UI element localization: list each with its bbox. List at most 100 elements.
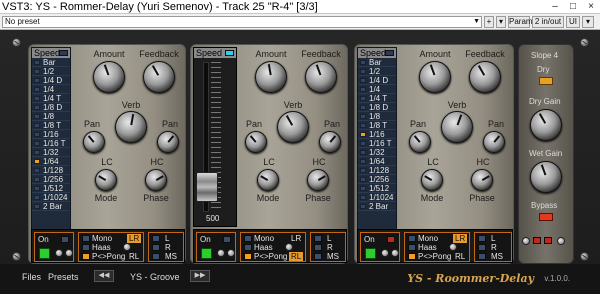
preset-select[interactable]: No preset ▼ xyxy=(2,16,482,28)
pan-right-knob[interactable] xyxy=(483,131,505,153)
speed-option[interactable]: 1/8 T xyxy=(358,121,396,130)
files-button[interactable]: Files xyxy=(22,272,41,282)
mono-toggle[interactable] xyxy=(408,235,416,242)
speed-option[interactable]: 1/32 xyxy=(32,148,70,157)
add-preset-button[interactable]: + xyxy=(484,16,494,28)
verb-knob[interactable] xyxy=(277,111,309,143)
speed-option[interactable]: 1/512 xyxy=(32,184,70,193)
speed-option[interactable]: 1/32 xyxy=(358,148,396,157)
speed-option[interactable]: 1/1024 xyxy=(358,193,396,202)
speed-option[interactable]: 1/1024 xyxy=(32,193,70,202)
option-toggle[interactable] xyxy=(533,237,541,244)
param-button[interactable]: Param xyxy=(508,16,533,28)
speed-header-led[interactable] xyxy=(225,50,234,56)
feedback-knob[interactable] xyxy=(143,61,175,93)
bypass-toggle[interactable] xyxy=(539,213,553,221)
dropdown-arrow-icon[interactable]: ▾ xyxy=(496,16,506,28)
speed-fader-handle[interactable] xyxy=(196,172,218,202)
on-led[interactable] xyxy=(201,248,212,259)
speed-option[interactable]: 1/16 T xyxy=(32,139,70,148)
pingpong-toggle[interactable] xyxy=(82,253,90,260)
slope-label[interactable]: Slope 4 xyxy=(531,51,558,60)
speed-option[interactable]: 1/4 xyxy=(32,85,70,94)
haas-toggle[interactable] xyxy=(244,244,252,251)
on-toggle[interactable] xyxy=(61,236,69,243)
speed-option[interactable]: 1/8 D xyxy=(32,103,70,112)
speed-option[interactable]: 1/16 xyxy=(32,130,70,139)
lc-knob[interactable] xyxy=(421,169,443,191)
pan-left-knob[interactable] xyxy=(409,131,431,153)
speed-option[interactable]: 1/64 xyxy=(32,157,70,166)
menu-icon[interactable]: ▾ xyxy=(582,16,594,28)
on-mini-knob[interactable] xyxy=(55,249,63,257)
prev-preset-button[interactable]: ◀◀ xyxy=(94,270,114,282)
amount-knob[interactable] xyxy=(255,61,287,93)
speed-option[interactable]: 2 Bar xyxy=(358,202,396,211)
l-toggle[interactable] xyxy=(478,235,486,242)
speed-option[interactable]: 1/16 T xyxy=(358,139,396,148)
haas-toggle[interactable] xyxy=(82,244,90,251)
io-button[interactable]: 2 in/out xyxy=(532,16,564,28)
speed-option[interactable]: 1/512 xyxy=(358,184,396,193)
on-mini-knob[interactable] xyxy=(381,249,389,257)
ms-toggle[interactable] xyxy=(314,253,322,260)
on-toggle[interactable] xyxy=(387,236,395,243)
ms-toggle[interactable] xyxy=(152,253,160,260)
on-mini-knob[interactable] xyxy=(65,249,73,257)
ms-toggle[interactable] xyxy=(478,253,486,260)
haas-mini-knob[interactable] xyxy=(285,243,293,251)
close-button[interactable]: × xyxy=(584,0,598,13)
r-toggle[interactable] xyxy=(314,244,322,251)
hc-knob[interactable] xyxy=(471,169,493,191)
option-toggle[interactable] xyxy=(544,237,552,244)
pan-right-knob[interactable] xyxy=(157,131,179,153)
haas-mini-knob[interactable] xyxy=(449,243,457,251)
pan-left-knob[interactable] xyxy=(245,131,267,153)
speed-option[interactable]: 1/256 xyxy=(32,175,70,184)
on-toggle[interactable] xyxy=(223,236,231,243)
haas-mini-knob[interactable] xyxy=(123,243,131,251)
on-mini-knob[interactable] xyxy=(391,249,399,257)
speed-option[interactable]: 1/4 xyxy=(358,85,396,94)
pingpong-toggle[interactable] xyxy=(244,253,252,260)
speed-option[interactable]: 1/4 T xyxy=(358,94,396,103)
verb-knob[interactable] xyxy=(441,111,473,143)
ui-button[interactable]: UI xyxy=(566,16,580,28)
r-toggle[interactable] xyxy=(478,244,486,251)
r-toggle[interactable] xyxy=(152,244,160,251)
dry-gain-knob[interactable] xyxy=(530,109,562,141)
speed-option[interactable]: 1/256 xyxy=(358,175,396,184)
mono-toggle[interactable] xyxy=(82,235,90,242)
rl-label[interactable]: RL xyxy=(455,252,465,261)
speed-option[interactable]: 1/8 T xyxy=(32,121,70,130)
info-icon[interactable] xyxy=(522,237,530,245)
speed-header-led[interactable] xyxy=(59,50,68,56)
speed-option[interactable]: 1/8 D xyxy=(358,103,396,112)
pan-right-knob[interactable] xyxy=(319,131,341,153)
speed-option[interactable]: 1/8 xyxy=(32,112,70,121)
minimize-button[interactable]: – xyxy=(548,0,562,13)
speed-option[interactable]: 1/64 xyxy=(358,157,396,166)
lc-knob[interactable] xyxy=(95,169,117,191)
hc-knob[interactable] xyxy=(145,169,167,191)
speed-option[interactable]: 1/128 xyxy=(32,166,70,175)
speed-option[interactable]: 2 Bar xyxy=(32,202,70,211)
speed-option[interactable]: 1/8 xyxy=(358,112,396,121)
hc-knob[interactable] xyxy=(307,169,329,191)
amount-knob[interactable] xyxy=(419,61,451,93)
l-toggle[interactable] xyxy=(152,235,160,242)
maximize-button[interactable]: □ xyxy=(566,0,580,13)
speed-option[interactable]: 1/4 D xyxy=(32,76,70,85)
on-mini-knob[interactable] xyxy=(217,249,225,257)
speed-header-led[interactable] xyxy=(385,50,394,56)
on-led[interactable] xyxy=(365,248,376,259)
speed-option[interactable]: 1/4 T xyxy=(32,94,70,103)
verb-knob[interactable] xyxy=(115,111,147,143)
lr-tag[interactable]: LR xyxy=(453,234,468,243)
haas-toggle[interactable] xyxy=(408,244,416,251)
speed-option[interactable]: Bar xyxy=(32,58,70,67)
rl-label[interactable]: RL xyxy=(129,252,139,261)
presets-button[interactable]: Presets xyxy=(48,272,79,282)
dry-toggle[interactable] xyxy=(539,77,553,85)
rl-tag[interactable]: RL xyxy=(289,252,304,261)
